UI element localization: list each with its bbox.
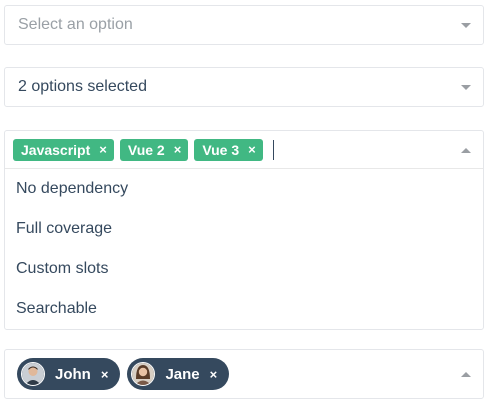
user-multi-select[interactable]: John × Jane × (4, 349, 484, 399)
chevron-down-icon[interactable] (461, 23, 471, 28)
user-name: Jane (165, 365, 200, 383)
option-custom-slots[interactable]: Custom slots (5, 249, 483, 289)
user-tag-jane: Jane × (127, 358, 230, 390)
tag-vue-2: Vue 2 × (119, 138, 189, 161)
tags-input-row[interactable]: Javascript × Vue 2 × Vue 3 × (5, 131, 483, 169)
option-full-coverage[interactable]: Full coverage (5, 209, 483, 249)
text-cursor (272, 139, 274, 160)
close-icon[interactable]: × (174, 142, 182, 157)
chevron-up-icon[interactable] (461, 372, 471, 377)
tag-label: Vue 3 (202, 141, 240, 158)
close-icon[interactable]: × (248, 142, 256, 157)
options-dropdown: No dependency Full coverage Custom slots… (5, 169, 483, 329)
user-name: John (55, 365, 91, 383)
selected-count-text: 2 options selected (18, 78, 147, 95)
close-icon[interactable]: × (99, 142, 107, 157)
close-icon[interactable]: × (210, 367, 218, 382)
multiselect-demo-page: Select an option 2 options selected Java… (0, 0, 488, 404)
tag-javascript: Javascript × (13, 138, 114, 161)
tag-label: Vue 2 (127, 141, 165, 158)
avatar (131, 362, 156, 386)
single-select[interactable]: Select an option (4, 5, 484, 45)
select-placeholder: Select an option (18, 16, 133, 33)
close-icon[interactable]: × (101, 367, 109, 382)
tag-vue-3: Vue 3 × (194, 138, 263, 161)
chevron-down-icon[interactable] (461, 85, 471, 90)
option-no-dependency[interactable]: No dependency (5, 169, 483, 209)
avatar (21, 362, 45, 386)
option-searchable[interactable]: Searchable (5, 289, 483, 329)
multi-select-summary[interactable]: 2 options selected (4, 67, 484, 107)
tags-multi-select[interactable]: Javascript × Vue 2 × Vue 3 × No dependen… (4, 130, 484, 330)
user-tag-john: John × (17, 358, 121, 390)
tag-label: Javascript (21, 141, 91, 158)
chevron-up-icon[interactable] (461, 148, 471, 153)
